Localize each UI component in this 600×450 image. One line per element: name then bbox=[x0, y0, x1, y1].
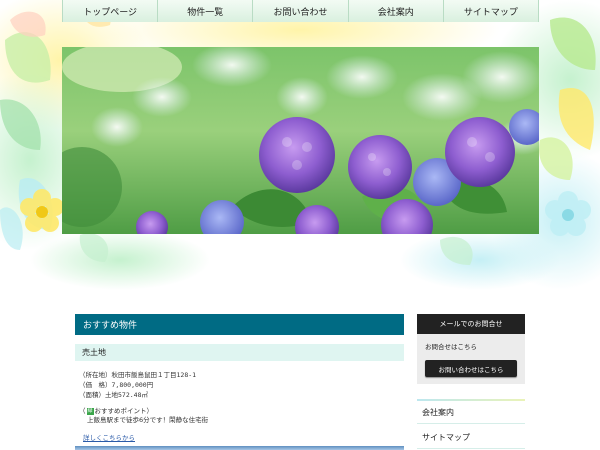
more-details-link[interactable]: 詳しくこちらから bbox=[83, 432, 181, 442]
point-open-paren: （ bbox=[79, 407, 86, 415]
sidebar: メールでのお問合せ お問合せはこちら お問い合わせはこちら 会社案内 サイトマッ… bbox=[417, 314, 525, 449]
property-location: （所在地）秋田市飯島鼠田１丁目128-1 bbox=[79, 371, 197, 379]
nav-item-top[interactable]: トップページ bbox=[63, 0, 159, 22]
leaf-icon: 緑 bbox=[86, 407, 94, 415]
global-nav: トップページ 物件一覧 お問い合わせ 会社案内 サイトマップ bbox=[62, 0, 540, 22]
contact-button[interactable]: お問い合わせはこちら bbox=[425, 360, 517, 377]
sidebar-link-company[interactable]: 会社案内 bbox=[417, 401, 525, 424]
nav-item-properties[interactable]: 物件一覧 bbox=[158, 0, 254, 22]
mail-box: お問合せはこちら お問い合わせはこちら bbox=[417, 334, 525, 384]
section-divider bbox=[75, 446, 404, 450]
hero-image-hydrangea bbox=[62, 47, 539, 234]
point-label: おすすめポイント） bbox=[94, 407, 154, 415]
section-title-recommended: おすすめ物件 bbox=[75, 314, 404, 335]
nav-item-contact[interactable]: お問い合わせ bbox=[253, 0, 349, 22]
point-text: 上飯島駅まで徒歩6分です！閑静な住宅街 bbox=[87, 416, 209, 424]
mail-box-title: メールでのお問合せ bbox=[417, 314, 525, 334]
nav-item-sitemap[interactable]: サイトマップ bbox=[444, 0, 540, 22]
category-heading: 売土地 bbox=[75, 344, 404, 361]
recommend-point: （緑おすすめポイント） 上飯島駅まで徒歩6分です！閑静な住宅街 bbox=[75, 407, 404, 425]
property-details: （所在地）秋田市飯島鼠田１丁目128-1 （価 格）7,800,000円 （面積… bbox=[75, 370, 404, 407]
property-price: （価 格）7,800,000円 bbox=[79, 381, 154, 389]
property-area: （面積）土地572.48㎡ bbox=[79, 391, 148, 399]
sidebar-link-sitemap[interactable]: サイトマップ bbox=[417, 426, 525, 449]
mail-box-text: お問合せはこちら bbox=[425, 343, 477, 351]
nav-item-company[interactable]: 会社案内 bbox=[349, 0, 444, 22]
main-content: おすすめ物件 売土地 （所在地）秋田市飯島鼠田１丁目128-1 （価 格）7,8… bbox=[75, 314, 404, 450]
